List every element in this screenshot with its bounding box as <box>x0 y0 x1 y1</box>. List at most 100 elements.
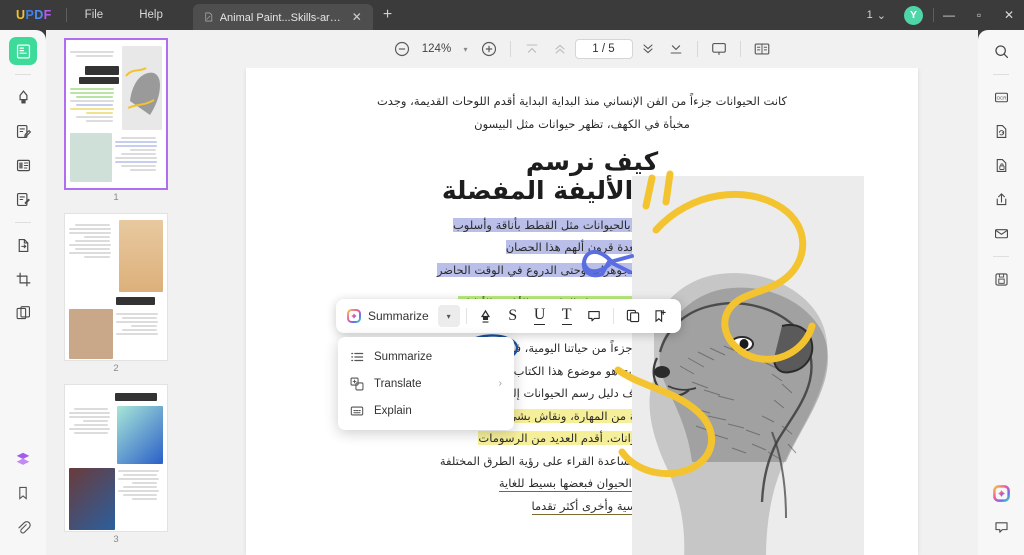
divider <box>15 74 31 75</box>
divider <box>612 308 614 324</box>
highlighter-icon <box>481 309 491 323</box>
tab-close-icon[interactable]: ✕ <box>349 9 365 25</box>
rail-convert[interactable] <box>987 117 1015 145</box>
ai-dropdown-caret[interactable]: ▾ <box>437 305 460 327</box>
sidebar-item-ai[interactable] <box>9 445 37 473</box>
sidebar-item-form[interactable] <box>9 185 37 213</box>
right-sidebar: OCR <box>978 30 1024 555</box>
divider <box>15 222 31 223</box>
next-page-button[interactable] <box>635 36 661 62</box>
account-count: 1 <box>866 9 873 21</box>
rail-ocr[interactable]: OCR <box>987 83 1015 111</box>
thumbnail-number-2: 2 <box>113 363 119 374</box>
dog-sketch-svg <box>649 273 828 555</box>
dual-page-button[interactable] <box>749 36 775 62</box>
document-tab[interactable]: Animal Paint...Skills-ar自用* ✕ <box>192 4 373 30</box>
logo-letter-p: P <box>25 8 35 22</box>
presentation-button[interactable] <box>706 36 732 62</box>
menu-help[interactable]: Help <box>121 0 181 30</box>
window-controls-group: 1 ⌄ Y — ▫ ✕ <box>859 0 1024 30</box>
bookmark-icon <box>19 486 27 500</box>
zoom-out-icon <box>395 41 410 57</box>
explain-icon <box>350 404 364 418</box>
prev-page-button[interactable] <box>547 36 573 62</box>
rail-email[interactable] <box>987 219 1015 247</box>
rail-share[interactable] <box>987 185 1015 213</box>
sidebar-item-attachment[interactable] <box>9 513 37 541</box>
menu-translate[interactable]: Translate › <box>338 370 514 397</box>
doc-title-line1: كيف نرسم <box>525 147 659 176</box>
sidebar-item-edit[interactable] <box>9 117 37 145</box>
sidebar-item-crop[interactable] <box>9 265 37 293</box>
strikeout-tool[interactable]: S <box>500 303 526 329</box>
rail-ai-assistant[interactable] <box>987 479 1015 507</box>
rail-search[interactable] <box>987 37 1015 65</box>
ai-actions-dropdown[interactable]: Summarize Translate › Explain <box>338 337 514 430</box>
envelope-icon <box>994 228 1008 238</box>
tab-title: Animal Paint...Skills-ar自用* <box>219 12 343 24</box>
zoom-dropdown-icon[interactable]: ▾ <box>457 45 473 54</box>
avatar[interactable]: Y <box>904 5 923 25</box>
dual-page-icon <box>754 43 769 55</box>
organize-pages-icon <box>16 159 30 171</box>
ai-sparkle-icon <box>992 484 1010 502</box>
left-sidebar <box>0 30 46 555</box>
sidebar-item-bookmark[interactable] <box>9 479 37 507</box>
logo-letter-f: F <box>43 8 52 22</box>
zoom-out-button[interactable] <box>389 36 415 62</box>
bookmark-tool[interactable] <box>647 303 673 329</box>
last-page-button[interactable] <box>663 36 689 62</box>
sidebar-item-reader[interactable] <box>9 37 37 65</box>
divider <box>993 74 1009 75</box>
highlight-tool[interactable] <box>473 303 499 329</box>
menu-explain[interactable]: Explain <box>338 397 514 424</box>
squiggly-tool[interactable]: T <box>554 303 580 329</box>
page-indicator[interactable]: 1 / 5 <box>574 39 633 59</box>
menu-summarize[interactable]: Summarize <box>338 343 514 370</box>
sidebar-item-compare[interactable] <box>9 299 37 327</box>
maximize-button[interactable]: ▫ <box>964 0 994 30</box>
presentation-icon <box>711 43 726 55</box>
pdf-file-icon <box>205 12 213 22</box>
document-viewer: 124% ▾ 1 / 5 كانت الحيوانات جزءاً من الف… <box>186 30 978 555</box>
app-body: 1 2 3 124% ▾ 1 / 5 كانت الحيوانات جزءاً … <box>0 30 1024 555</box>
ai-sparkle-icon <box>347 309 361 323</box>
right-sidebar-bottom <box>987 479 1015 555</box>
zoom-in-button[interactable] <box>476 36 502 62</box>
annotation-popup-toolbar[interactable]: Summarize ▾ S U T <box>336 299 681 333</box>
zoom-level[interactable]: 124% <box>417 43 455 55</box>
thumbnail-page-3[interactable] <box>64 384 168 532</box>
rail-save[interactable] <box>987 265 1015 293</box>
ai-summarize-button[interactable]: Summarize <box>344 308 435 324</box>
convert-icon <box>18 238 28 252</box>
menu-explain-label: Explain <box>374 404 412 417</box>
divider <box>993 256 1009 257</box>
underline-tool[interactable]: U <box>527 303 553 329</box>
convert-file-icon <box>996 124 1006 138</box>
menu-translate-label: Translate <box>374 377 422 390</box>
account-dropdown[interactable]: 1 ⌄ <box>859 9 894 22</box>
thumbnail-list: 1 2 3 <box>46 38 186 555</box>
ai-summarize-label: Summarize <box>368 309 429 323</box>
sidebar-item-convert[interactable] <box>9 231 37 259</box>
reader-icon <box>16 43 30 59</box>
sidebar-item-organize[interactable] <box>9 151 37 179</box>
new-tab-button[interactable]: + <box>373 0 402 30</box>
first-page-button[interactable] <box>519 36 545 62</box>
chevron-down-icon: ⌄ <box>876 9 886 22</box>
copy-tool[interactable] <box>620 303 646 329</box>
rail-feedback[interactable] <box>987 513 1015 541</box>
thumbnail-page-1[interactable] <box>64 38 168 190</box>
close-button[interactable]: ✕ <box>994 0 1024 30</box>
note-tool[interactable] <box>581 303 607 329</box>
sidebar-item-annotate[interactable] <box>9 83 37 111</box>
paperclip-icon <box>18 521 31 534</box>
doc-line: كانت الحيوانات جزءاً من الفن الإنساني من… <box>376 94 788 108</box>
zoom-in-icon <box>481 41 496 57</box>
edit-pdf-icon <box>16 124 31 138</box>
thumbnail-panel[interactable]: 1 2 3 <box>46 30 186 555</box>
rail-protect[interactable] <box>987 151 1015 179</box>
thumbnail-page-2[interactable] <box>64 213 168 361</box>
minimize-button[interactable]: — <box>934 0 964 30</box>
menu-file[interactable]: File <box>67 0 122 30</box>
